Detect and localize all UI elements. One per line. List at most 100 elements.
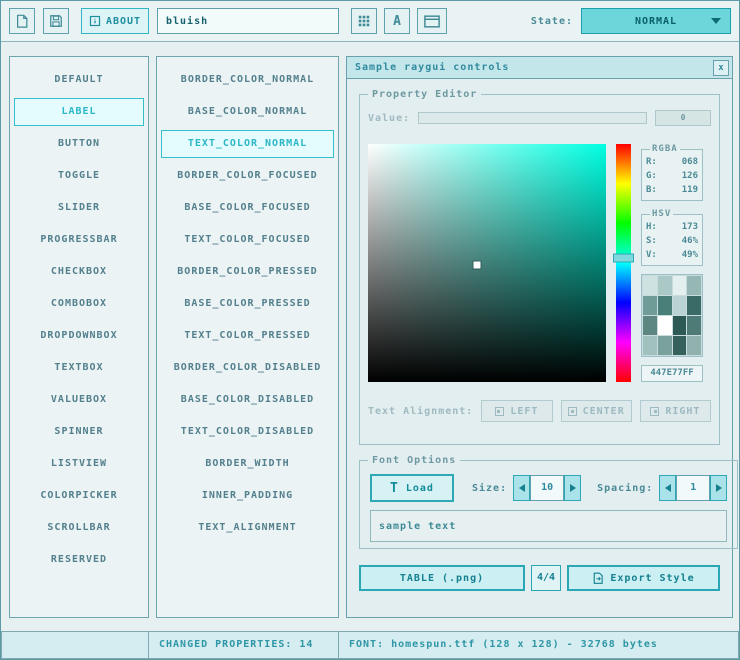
align-right-button[interactable]: RIGHT — [640, 400, 711, 422]
control-list-item[interactable]: SLIDER — [14, 194, 144, 222]
size-decrease-button[interactable] — [513, 475, 530, 501]
hex-value-box[interactable]: 447E77FF — [641, 365, 703, 382]
hue-slider-handle[interactable] — [613, 254, 634, 263]
s-value: 46% — [682, 234, 698, 248]
hsv-row-s: S: 46% — [646, 234, 698, 248]
sample-text-box[interactable]: sample text — [370, 510, 727, 542]
property-list-item[interactable]: BORDER_COLOR_PRESSED — [161, 258, 334, 286]
about-button[interactable]: ABOUT — [81, 8, 149, 34]
color-swatch[interactable] — [687, 316, 701, 335]
control-list-item[interactable]: COMBOBOX — [14, 290, 144, 318]
control-list-item[interactable]: TOGGLE — [14, 162, 144, 190]
rgba-row-g: G: 126 — [646, 169, 698, 183]
hsv-row-v: V: 49% — [646, 248, 698, 262]
spacing-value: 1 — [690, 482, 696, 493]
property-list-item[interactable]: BORDER_COLOR_FOCUSED — [161, 162, 334, 190]
properties-list: BORDER_COLOR_NORMAL BASE_COLOR_NORMAL TEXT… — [156, 56, 339, 618]
spacing-decrease-button[interactable] — [659, 475, 676, 501]
property-list-item[interactable]: BASE_COLOR_PRESSED — [161, 290, 334, 318]
color-swatch[interactable] — [643, 296, 657, 315]
size-value-box[interactable]: 10 — [530, 475, 564, 501]
property-list-item[interactable]: TEXT_COLOR_NORMAL — [161, 130, 334, 158]
hsv-row-h: H: 173 — [646, 220, 698, 234]
property-list-item[interactable]: BORDER_COLOR_DISABLED — [161, 354, 334, 382]
property-list-item[interactable]: TEXT_COLOR_FOCUSED — [161, 226, 334, 254]
control-list-item[interactable]: CHECKBOX — [14, 258, 144, 286]
control-list-item[interactable]: BUTTON — [14, 130, 144, 158]
hue-slider[interactable] — [616, 144, 631, 382]
control-list-item[interactable]: LABEL — [14, 98, 144, 126]
font-atlas-button[interactable]: A — [384, 8, 410, 34]
window-preview-button[interactable] — [417, 8, 447, 34]
align-center-button[interactable]: CENTER — [561, 400, 632, 422]
file-icon — [15, 14, 29, 28]
size-increase-button[interactable] — [564, 475, 581, 501]
color-swatch[interactable] — [687, 276, 701, 295]
align-left-button[interactable]: LEFT — [481, 400, 552, 422]
color-swatch[interactable] — [673, 276, 687, 295]
property-list-item[interactable]: BASE_COLOR_NORMAL — [161, 98, 334, 126]
color-swatch[interactable] — [643, 276, 657, 295]
font-row: T Load Size: 10 Spacing: 1 — [370, 474, 727, 502]
font-options-group: Font Options T Load Size: 10 Spacing: 1 — [359, 455, 738, 549]
text-alignment-row: Text Alignment: LEFT CENTER RIGHT — [368, 400, 711, 422]
control-list-item[interactable]: LISTVIEW — [14, 450, 144, 478]
control-list-item[interactable]: COLORPICKER — [14, 482, 144, 510]
control-list-item[interactable]: TEXTBOX — [14, 354, 144, 382]
hex-value: 447E77FF — [650, 368, 693, 378]
property-list-item[interactable]: TEXT_COLOR_DISABLED — [161, 418, 334, 446]
style-name-input[interactable] — [157, 8, 339, 34]
control-list-item[interactable]: SCROLLBAR — [14, 514, 144, 542]
color-swatch[interactable] — [658, 316, 672, 335]
spacing-increase-button[interactable] — [710, 475, 727, 501]
color-swatch[interactable] — [658, 276, 672, 295]
control-list-item[interactable]: PROGRESSBAR — [14, 226, 144, 254]
color-swatch[interactable] — [673, 336, 687, 355]
color-swatch[interactable] — [687, 336, 701, 355]
color-swatch-grid — [641, 274, 703, 357]
export-style-button[interactable]: Export Style — [567, 565, 720, 591]
spacing-value-box[interactable]: 1 — [676, 475, 710, 501]
property-list-item[interactable]: INNER_PADDING — [161, 482, 334, 510]
control-list-item[interactable]: RESERVED — [14, 546, 144, 574]
statusbar-font-info: FONT: homespun.ttf (128 x 128) - 32768 b… — [338, 631, 739, 659]
color-swatch[interactable] — [658, 296, 672, 315]
control-list-item[interactable]: DROPDOWNBOX — [14, 322, 144, 350]
color-swatch[interactable] — [643, 316, 657, 335]
pages-value: 4/4 — [537, 572, 555, 583]
color-swatch[interactable] — [687, 296, 701, 315]
color-swatch[interactable] — [643, 336, 657, 355]
load-font-button[interactable]: T Load — [370, 474, 454, 502]
table-export-button[interactable]: TABLE (.png) — [359, 565, 525, 591]
color-swatch[interactable] — [673, 296, 687, 315]
color-swatch[interactable] — [658, 336, 672, 355]
v-label: V: — [646, 248, 657, 262]
property-list-item[interactable]: BORDER_COLOR_NORMAL — [161, 66, 334, 94]
control-list-item[interactable]: SPINNER — [14, 418, 144, 446]
save-button[interactable] — [43, 8, 69, 34]
property-list-item[interactable]: TEXT_COLOR_PRESSED — [161, 322, 334, 350]
style-table-button[interactable] — [351, 8, 377, 34]
state-dropdown[interactable]: NORMAL — [581, 8, 731, 34]
new-file-button[interactable] — [9, 8, 35, 34]
pages-value-box[interactable]: 4/4 — [531, 565, 561, 591]
color-swatch[interactable] — [673, 316, 687, 335]
window-titlebar[interactable]: Sample raygui controls x — [347, 57, 732, 79]
color-cursor[interactable] — [474, 262, 481, 269]
property-list-item[interactable]: BASE_COLOR_DISABLED — [161, 386, 334, 414]
rgba-row-b: B: 119 — [646, 183, 698, 197]
control-list-item[interactable]: DEFAULT — [14, 66, 144, 94]
statusbar: CHANGED PROPERTIES: 14 FONT: homespun.tt… — [1, 631, 739, 659]
value-slider[interactable] — [418, 112, 647, 124]
property-list-item[interactable]: BORDER_WIDTH — [161, 450, 334, 478]
h-value: 173 — [682, 220, 698, 234]
color-panel[interactable] — [368, 144, 606, 382]
align-left-label: LEFT — [510, 406, 538, 417]
property-list-item[interactable]: BASE_COLOR_FOCUSED — [161, 194, 334, 222]
close-button[interactable]: x — [713, 60, 729, 76]
align-center-icon — [568, 407, 577, 416]
rgba-title: RGBA — [650, 144, 680, 154]
control-list-item[interactable]: VALUEBOX — [14, 386, 144, 414]
window-icon — [424, 15, 440, 28]
property-list-item[interactable]: TEXT_ALIGNMENT — [161, 514, 334, 542]
